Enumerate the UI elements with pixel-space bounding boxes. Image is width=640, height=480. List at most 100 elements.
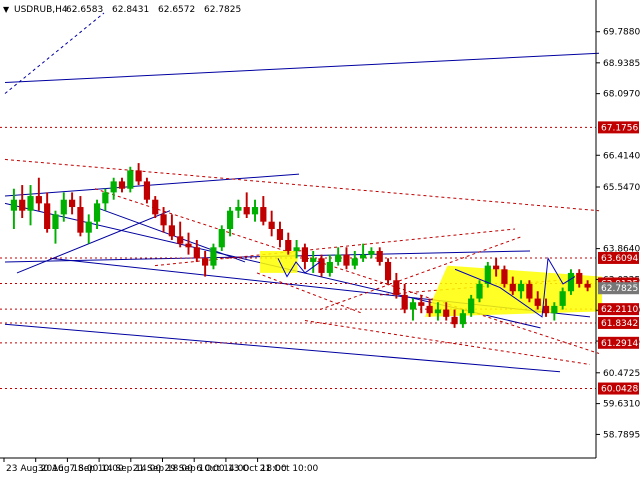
price-level-label: 62.2110	[601, 305, 638, 315]
candle-body	[35, 196, 42, 204]
dashed-trend-line	[256, 272, 363, 314]
dashed-trend-line	[154, 228, 516, 267]
candle-body	[293, 247, 300, 251]
candle-body	[434, 309, 442, 314]
price-level-label: 61.2914	[601, 339, 638, 349]
candle-body	[285, 239, 292, 251]
candle-body	[368, 250, 375, 255]
price-tick-label: 69.7880	[603, 28, 640, 38]
candle-body	[160, 214, 167, 226]
trend-line	[4, 323, 561, 373]
price-level-label: 60.0428	[601, 385, 638, 395]
symbol-label: USDRUB,H4	[14, 5, 68, 15]
candle-body	[202, 258, 209, 266]
candle-body	[44, 203, 51, 229]
candle-body	[118, 181, 126, 189]
high-value: 62.8431	[112, 5, 149, 15]
candle-body	[226, 210, 234, 229]
candle-body	[251, 207, 259, 215]
candle-body	[401, 294, 408, 310]
candle-body	[193, 247, 200, 259]
price-axis: 69.788068.938568.097066.414065.547063.86…	[596, 28, 640, 440]
candle-body	[551, 305, 558, 314]
candle-body	[52, 214, 59, 229]
candle-body	[68, 199, 76, 208]
candle-body	[484, 265, 491, 284]
candle-body	[210, 247, 217, 266]
dashed-trend-line	[4, 158, 600, 212]
candle-body	[318, 258, 325, 273]
price-tick-label: 59.6310	[603, 400, 640, 410]
candle-body	[301, 247, 309, 262]
candle-body	[218, 229, 225, 248]
candle-body	[426, 305, 433, 314]
candle-body	[409, 302, 417, 310]
candle-body	[19, 199, 26, 211]
candle-body	[526, 283, 533, 299]
current-price-label: 62.7825	[601, 284, 638, 294]
candle-body	[152, 199, 159, 215]
candle-body	[326, 261, 333, 273]
candle-body	[102, 192, 109, 204]
candle-body	[584, 283, 591, 288]
trend-lines	[4, 12, 600, 373]
price-tick-label: 66.4140	[603, 151, 640, 161]
price-tick-label: 60.4725	[603, 369, 640, 379]
price-tick-label: 58.7895	[603, 430, 640, 440]
candle-body	[443, 309, 450, 317]
candle-body	[567, 272, 575, 292]
price-level-label: 67.1756	[601, 123, 638, 133]
candle-body	[418, 302, 425, 306]
candle-body	[27, 196, 34, 211]
candle-body	[77, 207, 84, 233]
candle-body	[359, 254, 367, 259]
price-tick-label: 68.9385	[603, 59, 640, 69]
candle-body	[542, 305, 550, 314]
price-tick-label: 65.5470	[603, 183, 640, 193]
candle-body	[493, 265, 500, 270]
candle-body	[93, 203, 101, 222]
chart-header: ▼ USDRUB,H4 62.6583 62.8431 62.6572 62.7…	[3, 5, 241, 15]
candle-body	[517, 283, 525, 292]
candle-body	[135, 170, 142, 182]
candle-body	[10, 199, 18, 211]
candle-body	[168, 225, 175, 237]
candle-body	[276, 229, 284, 240]
candle-body	[85, 221, 92, 233]
price-level-label: 61.8342	[601, 319, 638, 329]
low-value: 62.6572	[158, 5, 195, 15]
candle-body	[534, 298, 541, 306]
candle-body	[243, 207, 250, 215]
open-value: 62.6583	[66, 5, 103, 15]
trend-line	[4, 173, 300, 197]
candle-body	[351, 258, 358, 266]
candle-body	[60, 199, 67, 215]
candle-body	[260, 207, 267, 222]
candle-body	[185, 243, 192, 248]
candle-body	[335, 254, 342, 262]
candle-body	[384, 261, 392, 281]
candle-body	[127, 170, 134, 189]
candle-body	[110, 181, 117, 193]
price-chart[interactable]: 69.788068.938568.097066.414065.547063.86…	[0, 0, 640, 480]
chart-menu-icon[interactable]: ▼	[3, 5, 10, 14]
candle-body	[559, 291, 566, 306]
candle-body	[509, 283, 516, 292]
candle-body	[177, 236, 184, 244]
candle-body	[451, 316, 458, 325]
price-tick-label: 68.0970	[603, 90, 640, 100]
time-axis: 23 Aug 201630 Aug 18:007 Sep 10:0014 Sep…	[3, 458, 319, 474]
candle-body	[235, 207, 242, 211]
dashed-trend-line	[4, 12, 105, 94]
candle-body	[576, 272, 583, 284]
candle-body	[476, 283, 483, 299]
close-value: 62.7825	[204, 5, 241, 15]
time-tick-label: 21 Oct 10:00	[260, 464, 319, 474]
candle-body	[310, 258, 317, 262]
forecast-zone	[260, 250, 298, 273]
dashed-trend-line	[304, 320, 591, 365]
candle-body	[143, 181, 151, 200]
candle-body	[376, 250, 383, 262]
candle-body	[459, 313, 466, 325]
candle-body	[343, 254, 350, 266]
